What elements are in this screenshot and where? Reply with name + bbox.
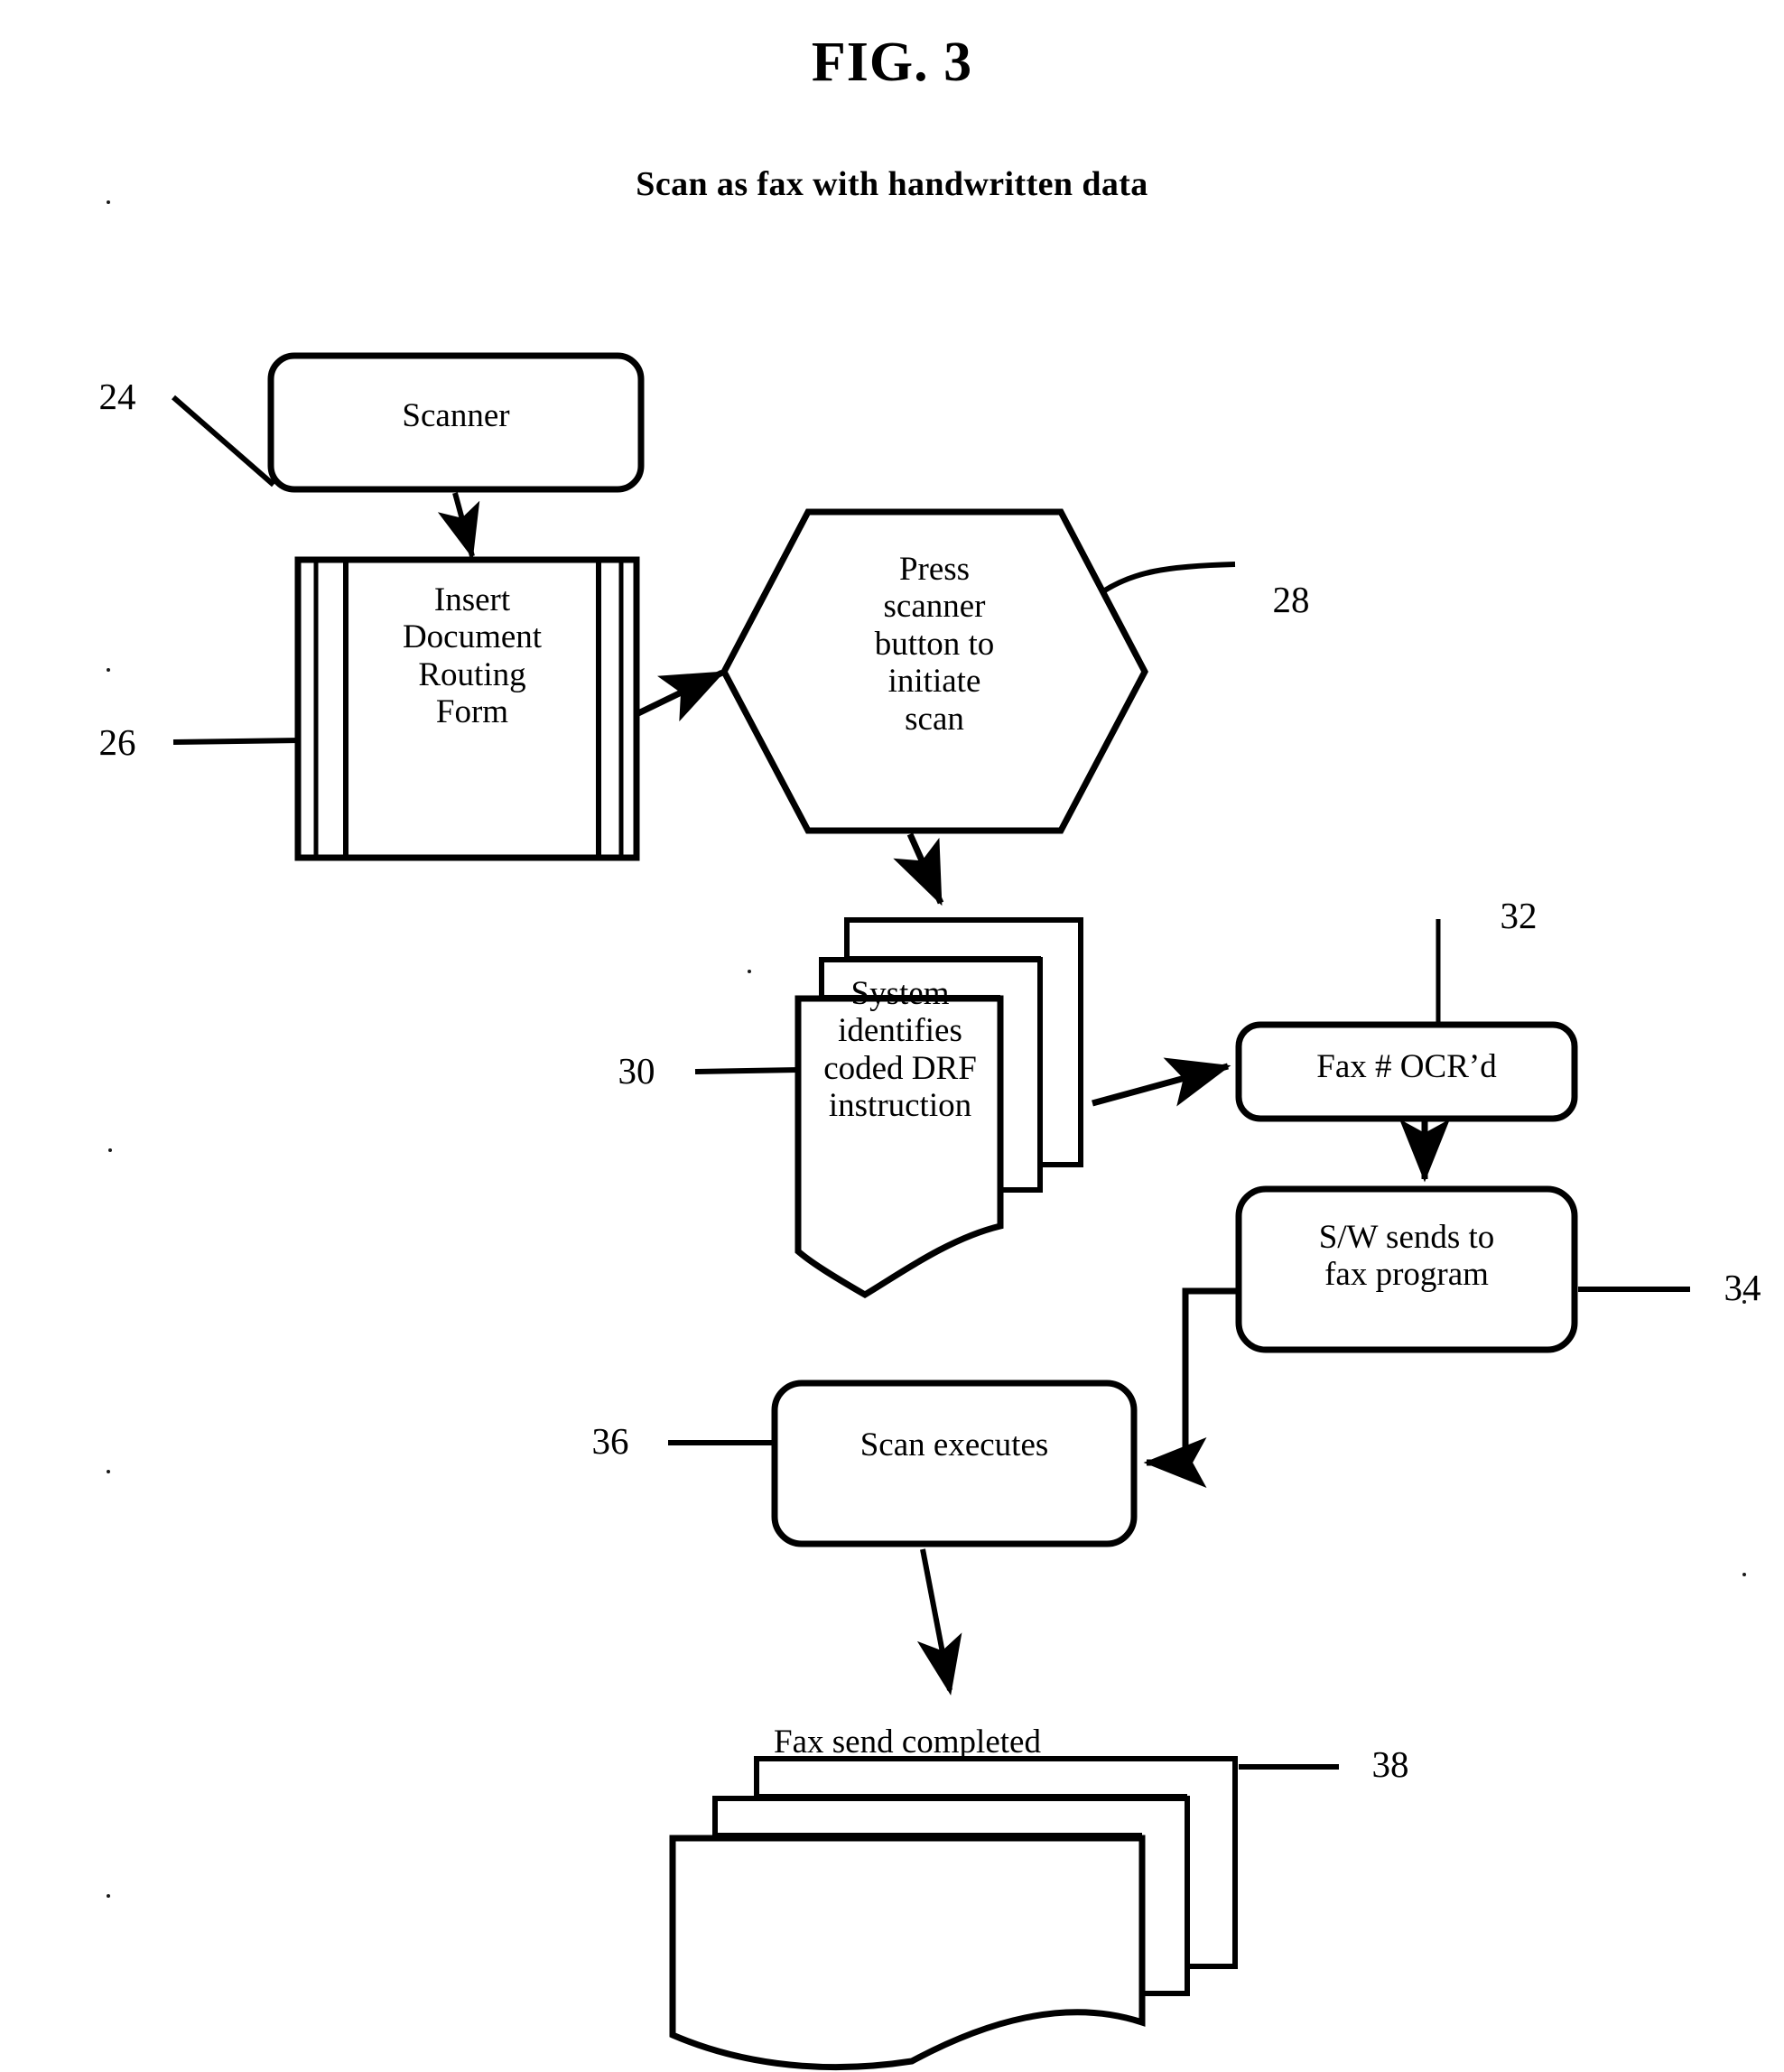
scan-speck — [107, 1894, 110, 1898]
fax-completed-sheet-front[interactable] — [669, 1835, 1146, 2071]
node-scan-executes[interactable] — [771, 1380, 1138, 1547]
ref-numeral-36: 36 — [591, 1420, 629, 1462]
node-system-identifies[interactable] — [794, 917, 1083, 1299]
node-fax-completed[interactable] — [669, 1756, 1238, 2071]
scan-speck — [107, 668, 110, 672]
scan-speck — [1742, 1573, 1746, 1576]
node-press-button[interactable] — [720, 508, 1148, 834]
leader-line-30 — [694, 1067, 799, 1074]
ref-numeral-24: 24 — [98, 376, 136, 417]
patent-figure-page: FIG. 3 Scan as fax with handwritten data — [0, 0, 1784, 2072]
insert-drf-box[interactable] — [294, 556, 640, 861]
leader-line-28 — [1101, 562, 1236, 594]
scan-executes-box[interactable] — [771, 1380, 1138, 1547]
edge-insert-drf-to-press-button — [636, 669, 726, 722]
node-insert-drf[interactable] — [294, 556, 640, 861]
scan-speck — [748, 970, 751, 973]
scan-speck — [1742, 1300, 1746, 1304]
scan-speck — [107, 1470, 110, 1473]
node-scanner[interactable] — [267, 352, 645, 493]
edge-press-button-to-system-identifies — [893, 832, 944, 906]
ref-numeral-32: 32 — [1500, 895, 1538, 936]
edge-scan-executes-to-fax-completed — [916, 1548, 962, 1696]
ref-numeral-26: 26 — [98, 721, 136, 763]
system-identifies-sheet-front[interactable] — [794, 995, 1004, 1299]
scan-speck — [107, 200, 110, 204]
sw-sends-box[interactable] — [1235, 1185, 1578, 1353]
flowchart-canvas — [172, 352, 1690, 2071]
ref-numeral-28: 28 — [1272, 579, 1310, 620]
scanner-box[interactable] — [267, 352, 645, 493]
node-fax-ocr[interactable] — [1235, 1021, 1578, 1122]
edge-sw-sends-to-scan-executes — [1143, 1287, 1239, 1488]
fax-ocr-box[interactable] — [1235, 1021, 1578, 1122]
scan-speck — [108, 1148, 112, 1152]
edge-system-identifies-to-fax-ocr — [1092, 1057, 1231, 1107]
ref-numeral-30: 30 — [618, 1050, 655, 1092]
leader-line-24 — [172, 395, 275, 488]
edge-scanner-to-insert-drf — [437, 492, 480, 559]
leader-line-26 — [172, 738, 302, 745]
node-sw-sends[interactable] — [1235, 1185, 1578, 1353]
ref-numeral-38: 38 — [1371, 1743, 1409, 1785]
press-button-hexagon[interactable] — [720, 508, 1148, 834]
